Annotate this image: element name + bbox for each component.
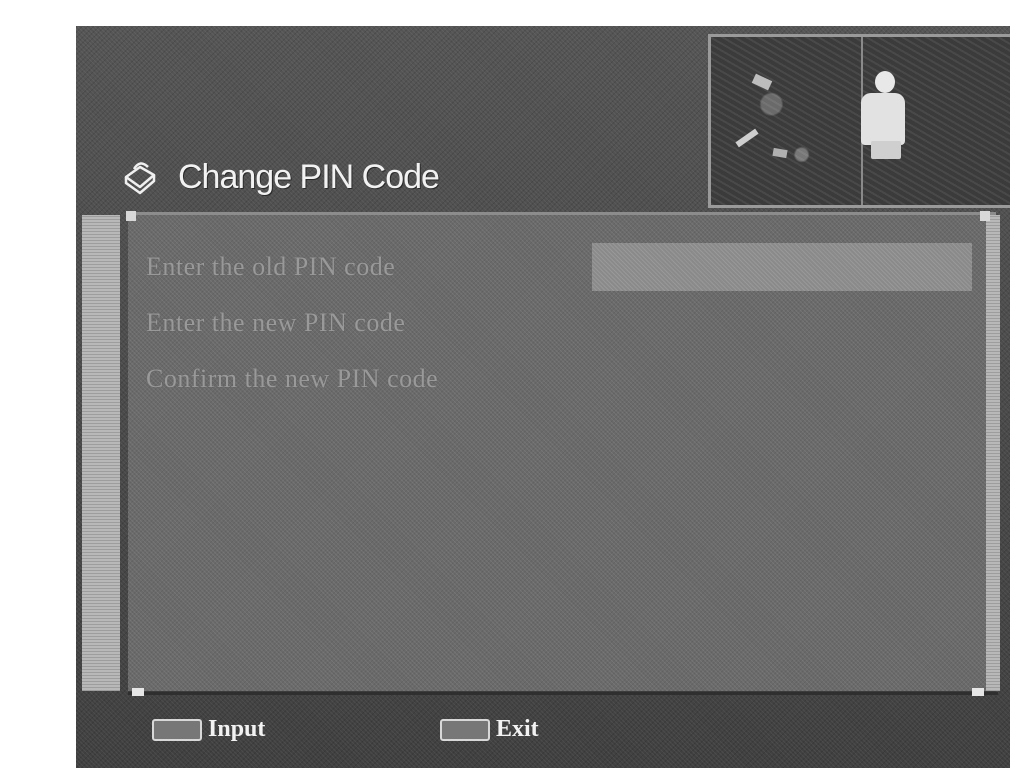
panel-left-bar — [82, 215, 120, 691]
input-hint[interactable]: Input — [152, 716, 265, 743]
old-pin-row[interactable]: Enter the old PIN code — [146, 245, 395, 289]
tv-menu-screen: Change PIN Code Enter the old PIN code E… — [76, 26, 1010, 768]
footer-divider — [128, 692, 998, 695]
page-title: Change PIN Code — [178, 157, 440, 196]
panel-corner — [126, 211, 136, 221]
input-hint-label: Input — [208, 716, 266, 742]
footer-cap — [132, 688, 144, 696]
new-pin-row[interactable]: Enter the new PIN code — [146, 301, 405, 345]
confirm-pin-label: Confirm the new PIN code — [146, 364, 439, 393]
live-tv-preview — [708, 34, 1010, 208]
exit-key-icon — [440, 718, 490, 741]
lock-icon — [124, 162, 156, 195]
preview-debris — [772, 147, 788, 159]
menu-header: Change PIN Code — [120, 152, 440, 202]
panel-corner — [980, 211, 990, 221]
preview-debris — [735, 128, 759, 148]
exit-hint[interactable]: Exit — [440, 716, 539, 743]
preview-figure — [875, 71, 895, 93]
confirm-pin-row[interactable]: Confirm the new PIN code — [146, 357, 438, 401]
new-pin-label: Enter the new PIN code — [146, 308, 406, 337]
pin-form-panel: Enter the old PIN code Enter the new PIN… — [82, 211, 1000, 693]
ok-key-icon — [152, 718, 202, 741]
preview-debris — [751, 73, 773, 91]
preview-figure — [871, 141, 901, 159]
panel-right-bar — [986, 215, 1000, 691]
footer-hints: Input Exit — [76, 688, 1010, 768]
exit-hint-label: Exit — [496, 716, 539, 742]
pin-input-field[interactable] — [592, 243, 972, 291]
old-pin-label: Enter the old PIN code — [146, 252, 396, 281]
preview-figure — [861, 93, 905, 145]
footer-cap — [972, 688, 984, 696]
